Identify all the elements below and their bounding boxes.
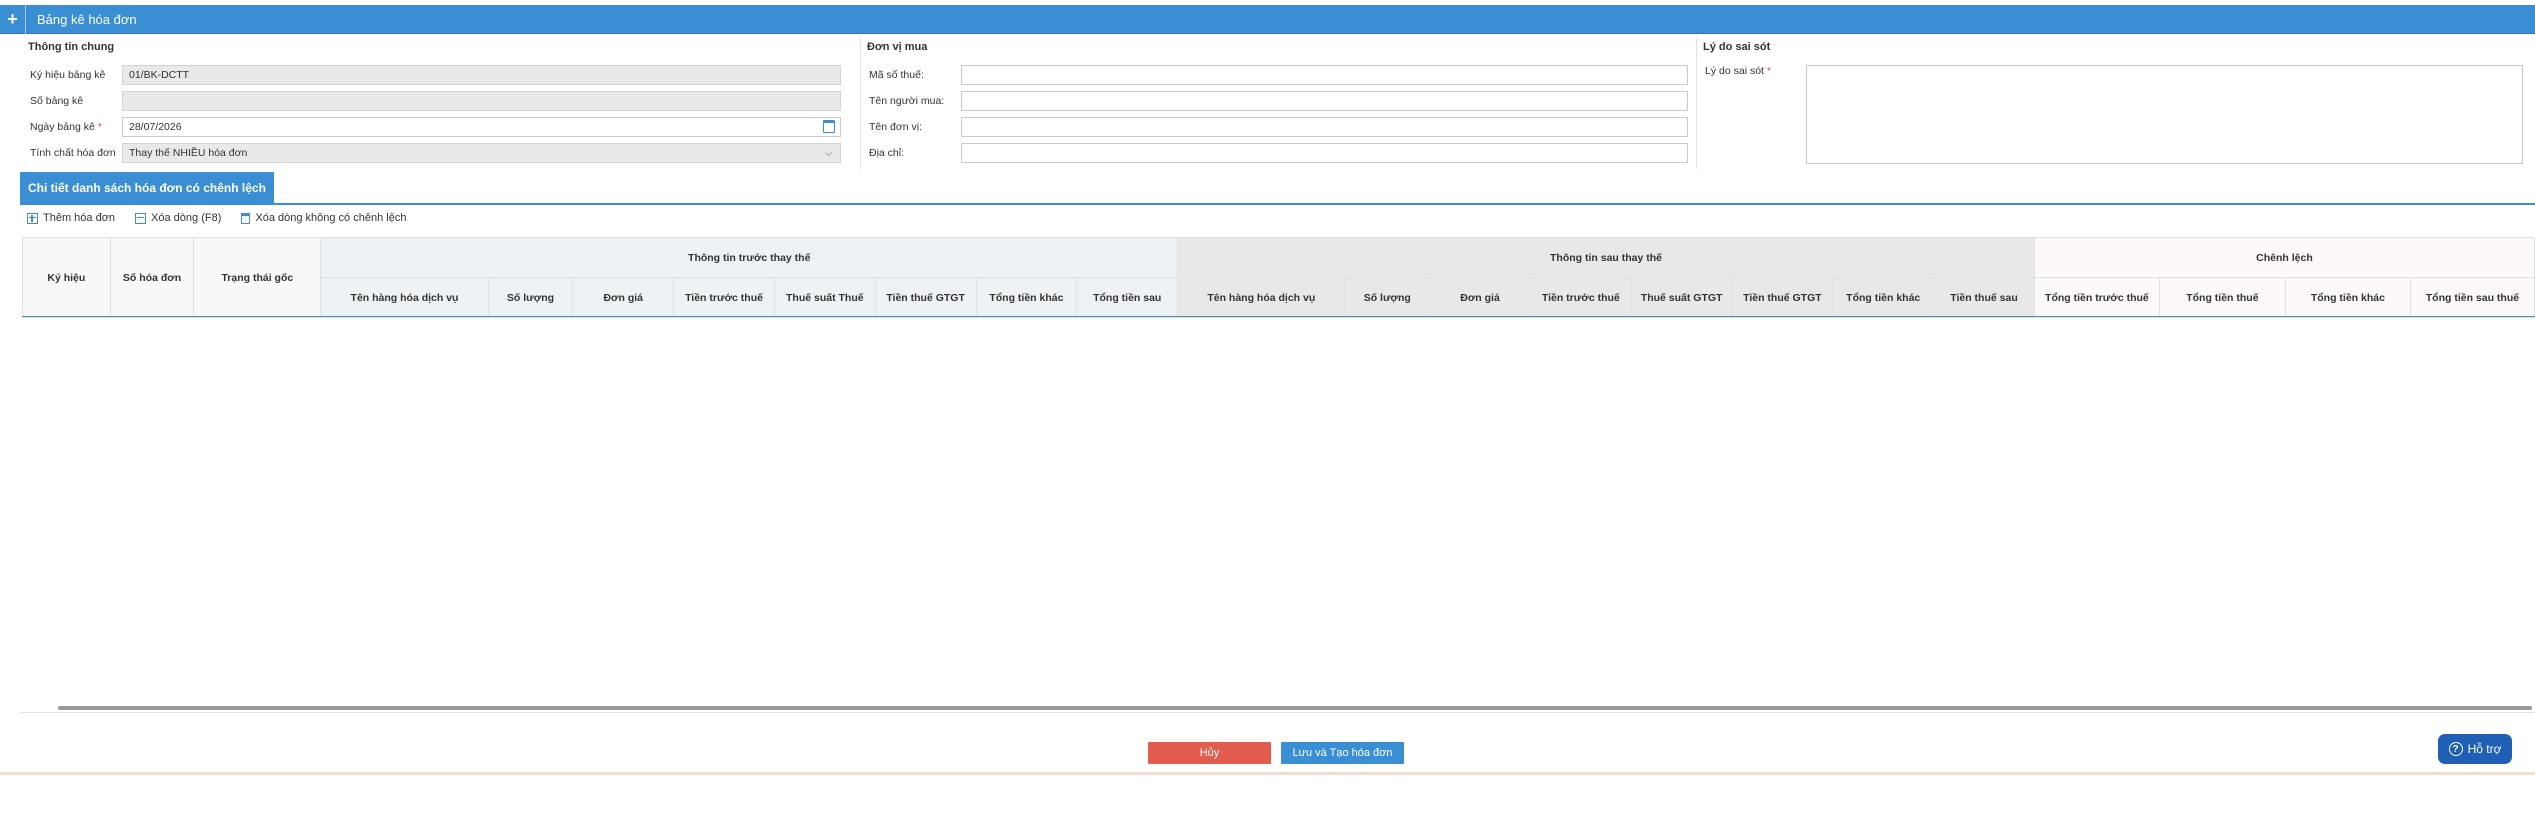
col-header-invoice-number[interactable]: Số hóa đơn <box>109 237 195 318</box>
remove-row-icon <box>135 212 147 224</box>
buyer-panel: Đơn vị mua Mã số thuế: Tên người mua: Tê… <box>860 38 1690 169</box>
buyer-name-input[interactable] <box>961 91 1688 111</box>
col-header-before-other[interactable]: Tổng tiền khác <box>975 277 1078 318</box>
form-row-invoice-nature: Tính chất hóa đơn Thay thế NHIỀU hóa đơn… <box>22 143 841 163</box>
address-label: Địa chỉ: <box>869 147 905 159</box>
error-reason-title: Lý do sai sót <box>1703 41 1771 53</box>
delete-no-diff-button[interactable]: Xóa dòng không có chênh lệch <box>241 212 406 224</box>
col-header-before-total[interactable]: Tổng tiền sau <box>1076 277 1179 318</box>
col-header-after-tax-rate[interactable]: Thuế suất GTGT <box>1630 277 1733 318</box>
col-header-after-vat[interactable]: Tiền thuế GTGT <box>1731 277 1834 318</box>
general-info-title: Thông tin chung <box>28 41 115 53</box>
error-reason-label-wrap: Lý do sai sót * <box>1697 65 1797 77</box>
question-icon: ? <box>2448 742 2463 756</box>
statement-symbol-field[interactable]: 01/BK-DCTT <box>122 65 841 85</box>
error-reason-textarea[interactable] <box>1806 65 2523 164</box>
error-reason-panel: Lý do sai sót Lý do sai sót * <box>1696 38 2535 169</box>
address-input[interactable] <box>961 143 1688 163</box>
form-row-tax-code: Mã số thuế: <box>861 65 1688 85</box>
col-header-after-unit-price[interactable]: Đơn giá <box>1429 277 1531 318</box>
grid-toolbar: Thêm hóa đơn Xóa dòng (F8) Xóa dòng khôn… <box>27 212 406 224</box>
statement-date-label: Ngày bảng kê <box>30 121 95 133</box>
form-row-address: Địa chỉ: <box>861 143 1688 163</box>
tax-code-label: Mã số thuế: <box>869 69 924 81</box>
col-header-before-quantity[interactable]: Số lượng <box>487 277 574 318</box>
col-header-after-pretax[interactable]: Tiền trước thuế <box>1529 277 1632 318</box>
grid-header-underline <box>22 316 2535 317</box>
statement-number-field[interactable] <box>122 91 841 111</box>
delete-no-diff-label: Xóa dòng không có chênh lệch <box>255 212 407 224</box>
col-header-diff-other[interactable]: Tổng tiền khác <box>2284 277 2411 318</box>
trash-icon <box>241 212 251 224</box>
col-header-before-pretax[interactable]: Tiền trước thuế <box>673 277 775 318</box>
col-header-after-tax[interactable]: Tiền thuế sau <box>1933 277 2035 318</box>
add-invoice-label: Thêm hóa đơn <box>43 212 116 224</box>
buyer-name-label: Tên người mua: <box>869 95 945 107</box>
calendar-icon[interactable] <box>823 120 835 133</box>
col-header-before-unit-price[interactable]: Đơn giá <box>572 277 675 318</box>
company-name-label: Tên đơn vị: <box>869 121 922 133</box>
footer-divider <box>0 772 2535 775</box>
group-header-after-replacement: Thông tin sau thay thế <box>1177 237 2035 278</box>
group-header-before-replacement: Thông tin trước thay thế <box>320 237 1179 278</box>
statement-symbol-label: Ký hiệu bảng kê <box>30 69 106 81</box>
col-header-after-item-name[interactable]: Tên hàng hóa dịch vụ <box>1177 277 1346 318</box>
help-button[interactable]: ? Hỗ trợ <box>2438 734 2512 764</box>
delete-row-label: Xóa dòng (F8) <box>151 212 222 224</box>
statement-date-field[interactable]: 28/07/2026 <box>122 117 841 137</box>
col-header-diff-total[interactable]: Tổng tiền sau thuế <box>2409 277 2535 318</box>
company-name-input[interactable] <box>961 117 1688 137</box>
col-header-after-other[interactable]: Tổng tiền khác <box>1832 277 1935 318</box>
col-header-original-status[interactable]: Trạng thái gốc <box>193 237 322 318</box>
horizontal-scrollbar[interactable] <box>58 706 2532 710</box>
form-row-statement-number: Số bảng kê <box>22 91 841 111</box>
form-row-statement-date: Ngày bảng kê * 28/07/2026 <box>22 117 841 137</box>
save-and-create-invoice-button[interactable]: Lưu và Tạo hóa đơn <box>1281 742 1404 764</box>
required-mark: * <box>1766 65 1771 77</box>
required-mark: * <box>97 121 102 133</box>
col-header-before-tax-rate[interactable]: Thuế suất Thuế <box>773 277 876 318</box>
form-row-company-name: Tên đơn vị: <box>861 117 1688 137</box>
col-header-symbol[interactable]: Ký hiệu <box>22 237 111 318</box>
col-header-diff-pretax[interactable]: Tổng tiền trước thuế <box>2033 277 2160 318</box>
expand-plus-icon[interactable]: + <box>0 4 26 34</box>
page-header: + Bảng kê hóa đơn <box>0 4 2535 34</box>
add-row-icon <box>27 212 38 224</box>
invoice-nature-label: Tính chất hóa đơn <box>30 147 116 159</box>
general-info-panel: Thông tin chung Ký hiệu bảng kê 01/BK-DC… <box>22 38 850 169</box>
col-header-after-quantity[interactable]: Số lượng <box>1344 277 1431 318</box>
form-row-statement-symbol: Ký hiệu bảng kê 01/BK-DCTT <box>22 65 841 85</box>
col-header-before-vat[interactable]: Tiền thuế GTGT <box>874 277 977 318</box>
tax-code-input[interactable] <box>961 65 1688 85</box>
buyer-title: Đơn vị mua <box>867 41 928 53</box>
statement-number-label: Số bảng kê <box>30 95 84 107</box>
statement-date-label-wrap: Ngày bảng kê * <box>22 121 122 133</box>
cancel-button[interactable]: Hủy <box>1148 742 1271 764</box>
add-invoice-button[interactable]: Thêm hóa đơn <box>27 212 115 224</box>
section-divider <box>20 203 2535 205</box>
invoice-nature-select[interactable]: Thay thế NHIỀU hóa đơn ⌵ <box>122 143 841 163</box>
statement-date-value: 28/07/2026 <box>129 121 182 133</box>
form-row-buyer-name: Tên người mua: <box>861 91 1688 111</box>
chevron-down-icon: ⌵ <box>825 148 832 158</box>
col-header-diff-tax[interactable]: Tổng tiền thuế <box>2158 277 2286 318</box>
col-header-before-item-name[interactable]: Tên hàng hóa dịch vụ <box>320 277 489 318</box>
tab-invoice-diff-details[interactable]: Chi tiết danh sách hóa đơn có chênh lệch <box>20 172 274 204</box>
error-reason-label: Lý do sai sót <box>1705 65 1764 77</box>
grid-bottom-divider <box>20 712 2535 713</box>
invoice-nature-value: Thay thế NHIỀU hóa đơn <box>129 147 248 159</box>
help-label: Hỗ trợ <box>2467 742 2502 756</box>
group-header-difference: Chênh lệch <box>2033 237 2535 278</box>
delete-row-button[interactable]: Xóa dòng (F8) <box>135 212 221 224</box>
invoice-diff-grid: Ký hiệu Số hóa đơn Trạng thái gốc Thông … <box>22 237 2535 318</box>
page-title: Bảng kê hóa đơn <box>37 11 137 27</box>
